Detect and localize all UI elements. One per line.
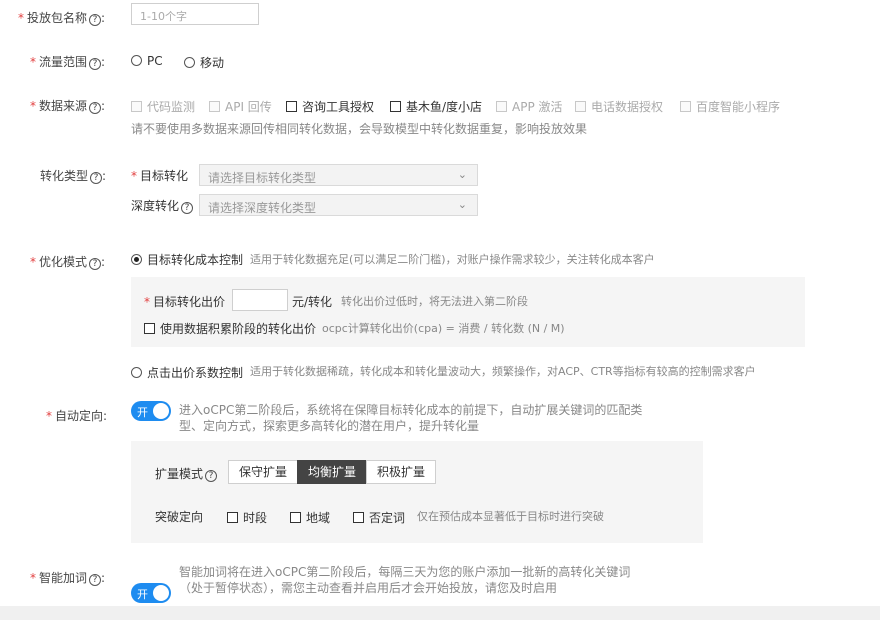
bottom-divider — [0, 606, 880, 620]
conversion-type-label: 转化类型?: — [40, 169, 107, 184]
checkbox-icon — [209, 101, 220, 112]
auto-targeting-label: * 自动定向: — [46, 409, 108, 423]
expand-mode-aggressive[interactable]: 积极扩量 — [366, 460, 437, 484]
source-checkbox-consult[interactable]: 咨询工具授权 — [286, 98, 374, 115]
source-checkbox-jimuyu[interactable]: 基木鱼/度小店 — [390, 98, 482, 115]
chevron-down-icon: ⌄ — [457, 168, 467, 181]
breakthrough-hint: 仅在预估成本显著低于目标时进行突破 — [417, 510, 604, 523]
optimization-radio-cost[interactable]: 目标转化成本控制 — [131, 251, 243, 268]
source-checkbox-miniapp[interactable]: 百度智能小程序 — [680, 98, 780, 115]
help-icon[interactable]: ? — [181, 202, 194, 214]
source-checkbox-app[interactable]: APP 激活 — [496, 98, 563, 115]
checkbox-icon — [390, 101, 401, 112]
traffic-radio-pc[interactable]: PC — [131, 54, 163, 68]
accum-checkbox[interactable]: 使用数据积累阶段的转化出价 — [144, 320, 316, 337]
help-icon[interactable]: ? — [89, 58, 102, 70]
bid-hint: 转化出价过低时，将无法进入第二阶段 — [341, 295, 528, 308]
chevron-down-icon: ⌄ — [457, 198, 467, 211]
checkbox-icon — [227, 512, 238, 523]
smart-keywords-desc: 智能加词将在进入oCPC第二阶段后，每隔三天为您的账户添加一批新的高转化关键词（… — [179, 565, 631, 595]
source-checkbox-phone[interactable]: 电话数据授权 — [575, 98, 663, 115]
checkbox-icon — [353, 512, 364, 523]
source-checkbox-code[interactable]: 代码监测 — [131, 98, 195, 115]
bid-unit: 元/转化 — [292, 295, 333, 309]
radio-icon — [131, 254, 142, 265]
auto-targeting-panel — [131, 441, 703, 543]
checkbox-icon — [575, 101, 586, 112]
radio-icon — [131, 55, 142, 66]
data-source-label: * 数据来源?: — [30, 99, 106, 114]
optimization-option2-desc: 适用于转化数据稀疏，转化成本和转化量波动大，频繁操作，对ACP、CTR等指标有较… — [250, 365, 756, 378]
package-name-input[interactable]: 1-10个字 — [131, 3, 259, 25]
expand-mode-balanced[interactable]: 均衡扩量 — [297, 460, 368, 484]
checkbox-icon — [680, 101, 691, 112]
required-mark: * — [18, 11, 24, 25]
breakthrough-checkbox-region[interactable]: 地域 — [290, 509, 330, 526]
checkbox-icon — [144, 323, 155, 334]
checkbox-icon — [286, 101, 297, 112]
auto-targeting-desc: 进入oCPC第二阶段后，系统将在保障目标转化成本的前提下，自动扩展关键词的匹配类… — [179, 403, 643, 433]
bid-input[interactable] — [232, 289, 288, 311]
toggle-knob — [153, 585, 169, 601]
radio-icon — [184, 57, 195, 68]
target-conversion-select[interactable]: 请选择目标转化类型 ⌄ — [199, 164, 478, 186]
bid-label: * 目标转化出价 — [144, 295, 226, 309]
package-name-label: * 投放包名称?: — [18, 11, 106, 26]
deep-conversion-label: 深度转化? — [131, 197, 194, 214]
checkbox-icon — [290, 512, 301, 523]
help-icon[interactable]: ? — [89, 14, 102, 26]
breakthrough-label: 突破定向 — [155, 510, 204, 524]
optimization-label: * 优化模式?: — [30, 255, 106, 270]
smart-keywords-label: * 智能加词?: — [30, 571, 106, 586]
help-icon[interactable]: ? — [89, 258, 102, 270]
help-icon[interactable]: ? — [90, 172, 103, 184]
source-checkbox-api[interactable]: API 回传 — [209, 98, 272, 115]
expand-mode-conservative[interactable]: 保守扩量 — [228, 460, 299, 484]
toggle-knob — [153, 403, 169, 419]
expand-mode-segment: 保守扩量 均衡扩量 积极扩量 — [228, 460, 437, 484]
expand-mode-label: 扩量模式? — [155, 465, 218, 482]
breakthrough-checkbox-time[interactable]: 时段 — [227, 509, 267, 526]
help-icon[interactable]: ? — [205, 470, 218, 482]
deep-conversion-select[interactable]: 请选择深度转化类型 ⌄ — [199, 194, 478, 216]
optimization-option1-desc: 适用于转化数据充足(可以满足二阶门槛)，对账户操作需求较少，关注转化成本客户 — [250, 253, 655, 266]
auto-targeting-toggle[interactable]: 开 — [131, 401, 171, 421]
traffic-radio-mobile[interactable]: 移动 — [184, 54, 224, 71]
accum-formula: ocpc计算转化出价(cpa) = 消费 / 转化数 (N / M) — [322, 322, 565, 335]
help-icon[interactable]: ? — [89, 574, 102, 586]
traffic-label: * 流量范围?: — [30, 55, 106, 70]
breakthrough-checkbox-negative[interactable]: 否定词 — [353, 509, 405, 526]
target-conversion-label: * 目标转化 — [131, 169, 189, 183]
checkbox-icon — [131, 101, 142, 112]
optimization-radio-click[interactable]: 点击出价系数控制 — [131, 364, 243, 381]
package-name-placeholder: 1-10个字 — [140, 10, 187, 23]
checkbox-icon — [496, 101, 507, 112]
radio-icon — [131, 367, 142, 378]
smart-keywords-toggle[interactable]: 开 — [131, 583, 171, 603]
help-icon[interactable]: ? — [89, 102, 102, 114]
data-source-note: 请不要使用多数据来源回传相同转化数据，会导致模型中转化数据重复，影响投放效果 — [131, 122, 588, 136]
